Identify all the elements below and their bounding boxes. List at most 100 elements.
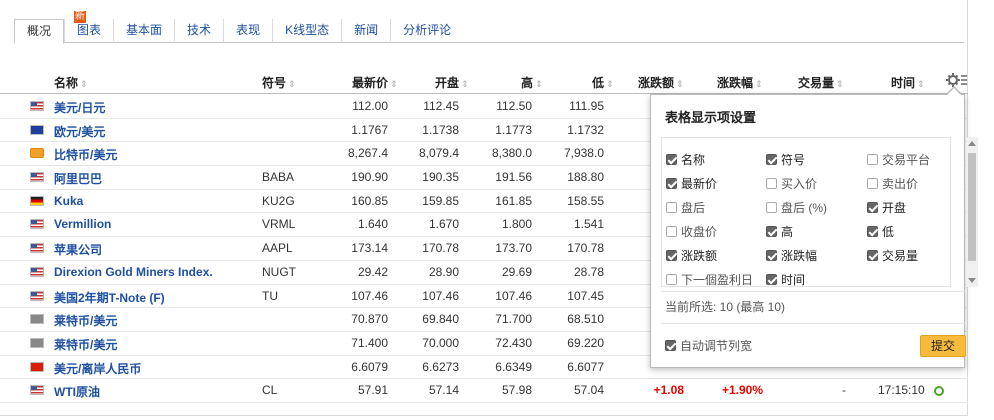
last-price-cell: 8,267.4: [347, 146, 388, 161]
volume-cell: -: [842, 383, 846, 398]
column-option-checkbox[interactable]: 高: [766, 224, 793, 240]
last-price-cell: 70.870: [351, 312, 388, 327]
low-cell: 188.80: [567, 170, 604, 185]
last-price-cell: 190.90: [351, 170, 388, 185]
tab-fundamentals[interactable]: 基本面: [113, 19, 174, 43]
high-cell: 71.700: [495, 312, 532, 327]
flag-de-icon: [30, 195, 44, 206]
instrument-name-link[interactable]: Vermillion: [54, 217, 111, 231]
last-price-cell: 107.46: [351, 288, 388, 303]
flag-us-icon: [30, 385, 44, 396]
scroll-up-arrow-icon[interactable]: [968, 141, 976, 146]
change-cell: +1.08: [653, 383, 684, 398]
scrollbar[interactable]: [966, 137, 978, 287]
time-cell: 17:15:10: [878, 383, 925, 398]
column-option-checkbox[interactable]: 交易量: [867, 248, 918, 264]
column-option-checkbox[interactable]: 低: [867, 224, 894, 240]
col-header-change-pct[interactable]: 涨跌幅 ⇕: [717, 74, 763, 91]
scroll-down-arrow-icon[interactable]: [968, 278, 976, 283]
low-cell: 57.04: [573, 383, 604, 398]
submit-button[interactable]: 提交: [920, 335, 966, 357]
col-header-symbol[interactable]: 符号 ⇕: [262, 74, 296, 91]
tab-performance[interactable]: 表现: [223, 19, 272, 43]
column-option-checkbox[interactable]: 名称: [666, 152, 705, 168]
column-option-checkbox[interactable]: 盘后 (%): [766, 200, 827, 216]
tab-technical[interactable]: 技术: [174, 19, 223, 43]
instrument-name-link[interactable]: 阿里巴巴: [54, 170, 102, 187]
col-header-volume[interactable]: 交易量 ⇕: [798, 74, 844, 91]
high-cell: 107.46: [495, 288, 532, 303]
flag-us-icon: [30, 101, 44, 111]
tab-overview[interactable]: 概况: [14, 19, 65, 44]
tab-analysis[interactable]: 分析评论: [390, 19, 463, 43]
column-option-checkbox[interactable]: 卖出价: [867, 176, 918, 192]
instrument-name-link[interactable]: 美国2年期T-Note (F): [54, 289, 165, 306]
sort-icon: ⇕: [461, 79, 469, 89]
column-option-checkbox[interactable]: 买入价: [766, 176, 817, 192]
instrument-name-link[interactable]: WTI原油: [54, 383, 100, 400]
sort-icon: ⇕: [836, 79, 844, 89]
col-header-time[interactable]: 时间 ⇕: [891, 74, 925, 91]
column-option-checkbox[interactable]: 最新价: [666, 176, 717, 192]
col-header-open[interactable]: 开盘 ⇕: [435, 74, 469, 91]
col-header-last[interactable]: 最新价 ⇕: [352, 74, 398, 91]
column-option-checkbox[interactable]: 涨跌幅: [766, 248, 817, 264]
column-option-checkbox[interactable]: 涨跌额: [666, 248, 717, 264]
flag-us-icon: [30, 266, 44, 277]
checkbox-icon: [666, 226, 677, 237]
symbol-cell: TU: [262, 288, 278, 303]
open-cell: 8,079.4: [418, 146, 459, 161]
tab-charts[interactable]: 新图表: [64, 11, 113, 43]
high-cell: 173.70: [495, 241, 532, 256]
open-cell: 70.000: [422, 335, 459, 350]
column-option-checkbox[interactable]: 盘后: [666, 200, 705, 216]
low-cell: 170.78: [567, 241, 604, 256]
column-settings-popup: 表格显示项设置 名称 符号 交易平台 最新价 买入价 卖出价 盘后 盘后 (%) 开盘 收盘价 高 低…: [650, 94, 978, 368]
table-row[interactable]: WTI原油 CL 57.91 57.14 57.98 57.04 +1.08 +1.90% - 1…: [0, 379, 968, 403]
instrument-name-link[interactable]: 莱特币/美元: [54, 312, 117, 329]
high-cell: 191.56: [495, 170, 532, 185]
open-cell: 112.45: [423, 99, 459, 113]
instrument-name-link[interactable]: 欧元/美元: [54, 123, 105, 140]
col-header-low[interactable]: 低 ⇕: [592, 74, 614, 91]
col-header-high[interactable]: 高 ⇕: [521, 74, 543, 91]
column-option-checkbox[interactable]: 符号: [766, 152, 805, 168]
instrument-name-link[interactable]: 比特币/美元: [54, 146, 117, 163]
col-header-change[interactable]: 涨跌额 ⇕: [638, 74, 684, 91]
last-price-cell: 71.400: [351, 335, 388, 350]
flag-eu-icon: [30, 124, 44, 135]
instrument-name-link[interactable]: 莱特币/美元: [54, 336, 117, 353]
open-cell: 190.35: [422, 170, 459, 185]
low-cell: 1.1732: [567, 122, 604, 137]
sort-icon: ⇕: [80, 79, 88, 89]
auto-adjust-checkbox[interactable]: 自动调节列宽: [665, 338, 752, 354]
column-option-checkbox[interactable]: 交易平台: [867, 152, 930, 168]
sort-icon: ⇕: [606, 79, 614, 89]
checkbox-icon: [867, 226, 878, 237]
scroll-thumb[interactable]: [968, 153, 976, 261]
checkbox-icon: [665, 340, 676, 351]
open-cell: 28.90: [428, 264, 459, 279]
checkbox-icon: [666, 274, 677, 285]
sort-icon: ⇕: [288, 79, 296, 89]
instrument-name-link[interactable]: 苹果公司: [54, 241, 102, 258]
column-option-checkbox[interactable]: 开盘: [867, 200, 906, 216]
instrument-name-link[interactable]: Direxion Gold Miners Index.: [54, 265, 213, 279]
column-option-checkbox[interactable]: 时间: [766, 272, 805, 286]
instrument-name-link[interactable]: 美元/离岸人民币: [54, 360, 141, 377]
col-header-name[interactable]: 名称 ⇕: [54, 74, 88, 91]
column-option-checkbox[interactable]: 下一個盈利日: [666, 272, 753, 286]
tab-news[interactable]: 新闻: [341, 19, 390, 43]
column-option-list: 名称 符号 交易平台最新价 买入价 卖出价盘后 盘后 (%) 开盘收盘价 高 低涨跌额 涨跌幅 交易…: [661, 137, 951, 287]
instrument-name-link[interactable]: Kuka: [54, 194, 83, 208]
sort-icon: ⇕: [676, 79, 684, 89]
instrument-name-link[interactable]: 美元/日元: [54, 99, 105, 116]
high-cell: 1.800: [501, 217, 532, 232]
sort-icon: ⇕: [755, 79, 763, 89]
tab-candlestick-patterns[interactable]: K线型态: [272, 19, 341, 43]
column-option-checkbox[interactable]: 收盘价: [666, 224, 717, 240]
last-price-cell: 173.14: [351, 241, 388, 256]
divider: [661, 291, 965, 292]
new-badge: 新: [74, 11, 87, 23]
last-price-cell: 1.1767: [351, 122, 388, 137]
